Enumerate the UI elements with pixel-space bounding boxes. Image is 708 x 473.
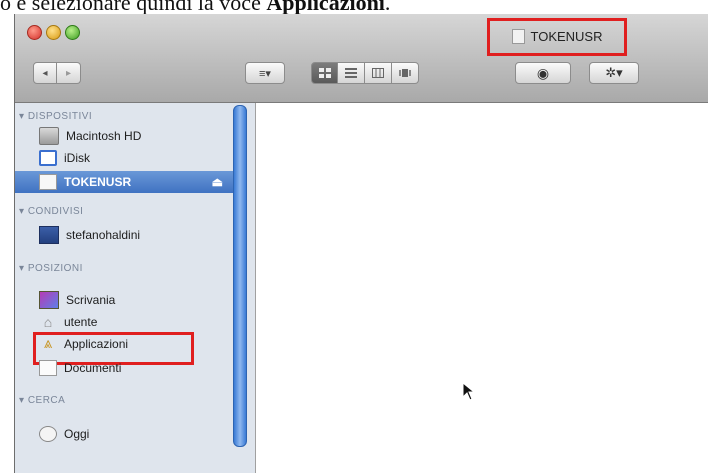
hard-drive-icon (39, 127, 59, 145)
documents-icon (39, 360, 57, 376)
sidebar-item-idisk[interactable]: iDisk (39, 147, 90, 169)
shared-computer-icon (39, 226, 59, 244)
sidebar-item-tokenusr[interactable]: TOKENUSR ⏏ (15, 171, 233, 193)
sidebar-item-label: iDisk (64, 151, 90, 165)
title-highlight-box (487, 18, 627, 56)
section-header-places: ▾ POSIZIONI (19, 263, 83, 274)
close-button[interactable] (27, 25, 42, 40)
column-view-button[interactable] (365, 62, 392, 84)
sidebar-item-shared-computer[interactable]: stefanohaldini (39, 224, 140, 246)
eye-icon: ◉ (536, 64, 550, 81)
title-bar: TOKENUSR ◂ ▸ ≡▾ ◉ ✲▾ (15, 14, 708, 103)
token-drive-icon (39, 174, 57, 190)
sidebar-item-desktop[interactable]: Scrivania (39, 289, 115, 311)
sidebar-item-label: utente (64, 315, 98, 329)
back-button[interactable]: ◂ (33, 62, 57, 84)
mouse-cursor-icon (462, 382, 476, 401)
list-view-icon (345, 68, 357, 78)
gear-icon: ✲▾ (605, 65, 623, 80)
sidebar-item-label: Oggi (64, 427, 90, 441)
zoom-button[interactable] (65, 25, 80, 40)
nav-buttons: ◂ ▸ (33, 62, 81, 84)
quicklook-button[interactable]: ◉ (515, 62, 571, 84)
sidebar-item-documents[interactable]: Documenti (39, 357, 121, 379)
caption-bold: Applicazioni (266, 0, 385, 14)
instruction-caption: o e selezionare quindi la voce Applicazi… (0, 0, 708, 14)
action-button[interactable]: ✲▾ (589, 62, 639, 84)
eject-icon[interactable]: ⏏ (212, 175, 223, 189)
sidebar-item-label: Scrivania (66, 293, 116, 307)
sidebar-scrollbar[interactable] (233, 105, 247, 447)
icon-view-icon (318, 68, 331, 78)
caption-prefix: o e selezionare quindi la voce (0, 0, 267, 14)
sidebar-item-label: Macintosh HD (66, 129, 142, 143)
sidebar-item-label: TOKENUSR (64, 175, 132, 189)
minimize-button[interactable] (46, 25, 61, 40)
finder-window: TOKENUSR ◂ ▸ ≡▾ ◉ ✲▾ ▾ DISPOSITIVI Macin… (14, 14, 708, 473)
list-view-button[interactable] (338, 62, 365, 84)
home-icon: ⌂ (43, 314, 53, 330)
idisk-icon (39, 150, 57, 166)
sidebar-item-macintosh-hd[interactable]: Macintosh HD (39, 125, 141, 147)
section-header-search: ▾ CERCA (19, 395, 66, 406)
icon-view-button[interactable] (311, 62, 338, 84)
arrange-button[interactable]: ≡▾ (245, 62, 285, 84)
desktop-icon (39, 291, 59, 309)
file-browser-pane[interactable] (256, 103, 708, 473)
sidebar-item-today[interactable]: Oggi (39, 423, 89, 445)
column-view-icon (372, 68, 384, 78)
section-header-shared: ▾ CONDIVISI (19, 206, 84, 217)
forward-button[interactable]: ▸ (57, 62, 81, 84)
sidebar-item-home[interactable]: ⌂ utente (39, 311, 98, 333)
sidebar-item-label: stefanohaldini (66, 228, 141, 242)
caption-suffix: . (384, 0, 391, 14)
coverflow-view-icon (399, 69, 411, 77)
clock-icon (39, 426, 57, 442)
section-header-devices: ▾ DISPOSITIVI (19, 111, 93, 122)
coverflow-view-button[interactable] (392, 62, 419, 84)
sidebar-item-label: Documenti (64, 361, 122, 375)
sidebar: ▾ DISPOSITIVI Macintosh HD iDisk TOKENUS… (15, 103, 256, 473)
arrange-icon: ≡▾ (259, 67, 271, 80)
view-mode-control (311, 62, 419, 84)
